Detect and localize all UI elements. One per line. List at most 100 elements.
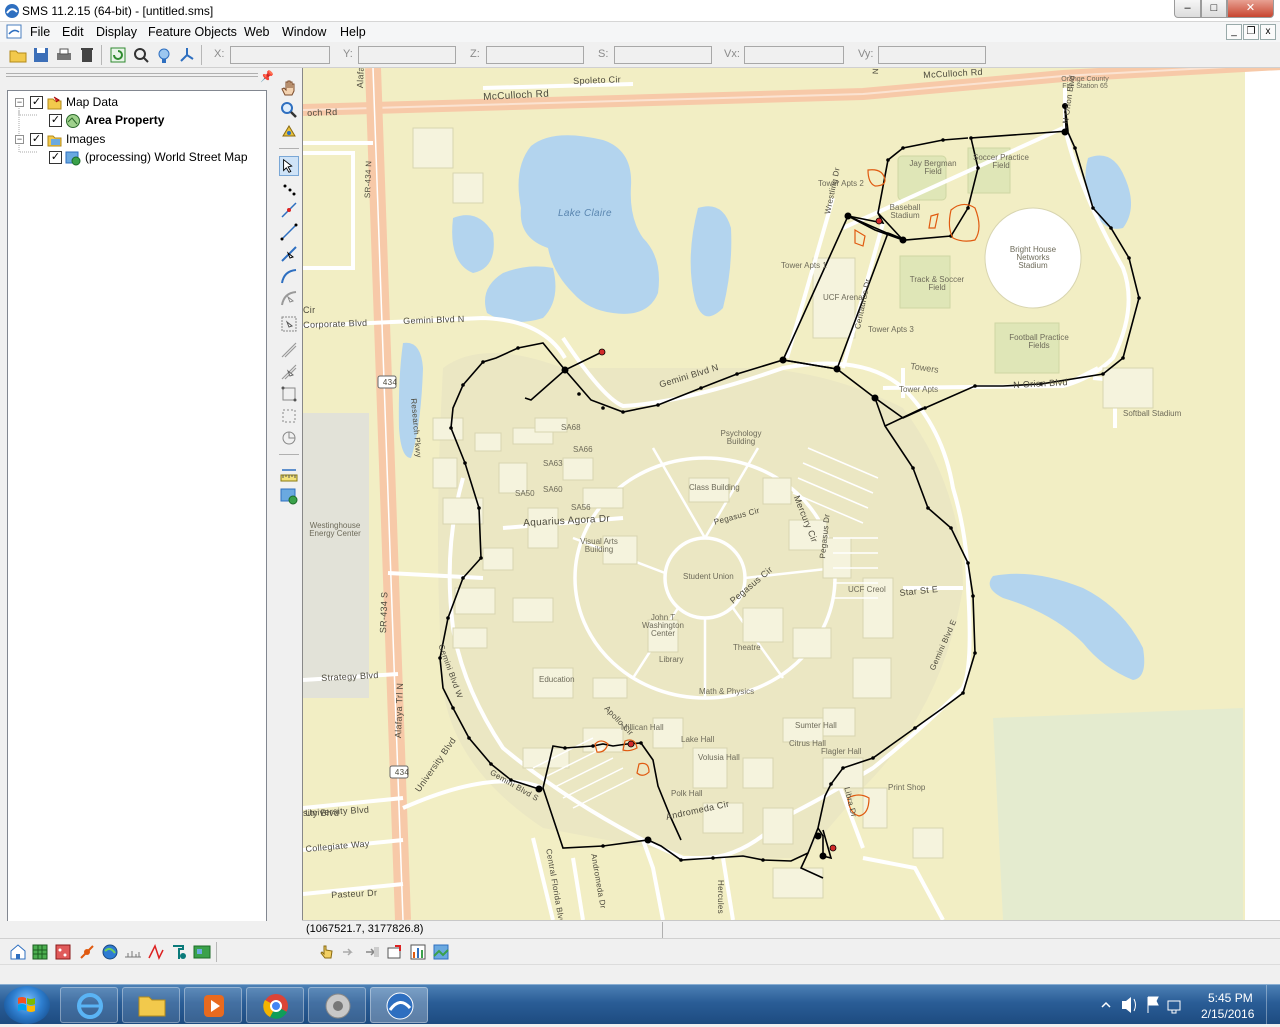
delete-trash-icon[interactable] xyxy=(77,45,97,65)
tidal-module-icon[interactable] xyxy=(169,942,189,962)
menu-display[interactable]: Display xyxy=(96,25,137,39)
toolbar-separator xyxy=(101,45,102,65)
z-coord-field[interactable] xyxy=(486,46,584,64)
taskbar-file-explorer[interactable] xyxy=(122,987,180,1023)
macro-disabled-1-icon[interactable] xyxy=(339,942,359,962)
bottom-strip xyxy=(0,964,1280,984)
document-icon[interactable] xyxy=(6,24,22,39)
visibility-checkbox[interactable]: ✓ xyxy=(49,114,62,127)
pin-icon[interactable]: 📌 xyxy=(260,70,274,83)
project-explorer-tree[interactable]: − ✓ Map Data ✓ Area Property − ✓ Images … xyxy=(7,90,267,936)
maximize-button[interactable]: □ xyxy=(1201,0,1227,18)
create-1d-grid-icon[interactable] xyxy=(279,340,299,360)
create-arc-group-icon[interactable] xyxy=(279,266,299,286)
clock-time[interactable]: 5:45 PM xyxy=(1208,991,1253,1005)
mesh-module-icon[interactable] xyxy=(146,942,166,962)
tree-item-map-data[interactable]: − ✓ Map Data xyxy=(8,94,258,112)
create-feature-arc-icon[interactable] xyxy=(279,222,299,242)
macro-export-icon[interactable] xyxy=(385,942,405,962)
minimize-button[interactable]: – xyxy=(1174,0,1201,18)
select-feature-vertex-icon[interactable] xyxy=(279,200,299,220)
create-feature-point-icon[interactable] xyxy=(279,178,299,198)
close-button[interactable]: ✕ xyxy=(1227,0,1274,18)
select-bc-icon[interactable] xyxy=(279,406,299,426)
tool-separator xyxy=(279,454,299,455)
visibility-checkbox[interactable]: ✓ xyxy=(30,96,43,109)
vx-field[interactable] xyxy=(744,46,844,64)
rotate-tool-icon[interactable] xyxy=(279,122,299,142)
refresh-icon[interactable] xyxy=(108,45,128,65)
plot-icon[interactable] xyxy=(408,942,428,962)
macro-hand-icon[interactable] xyxy=(316,942,336,962)
clock-date[interactable]: 2/15/2016 xyxy=(1201,1007,1254,1021)
x-coord-label: X: xyxy=(214,48,225,60)
taskbar-internet-explorer[interactable] xyxy=(60,987,118,1023)
select-feature-objects-icon[interactable] xyxy=(279,156,299,176)
map-tile-edge xyxy=(1245,68,1280,920)
1d-grid-module-icon[interactable] xyxy=(123,942,143,962)
mdi-close-button[interactable]: x xyxy=(1260,24,1276,40)
collapse-toggle[interactable]: − xyxy=(15,98,24,107)
macro-disabled-2-icon[interactable] xyxy=(362,942,382,962)
title-bar[interactable]: SMS 11.2.15 (64-bit) - [untitled.sms] – … xyxy=(0,0,1280,22)
taskbar-speaker-app[interactable] xyxy=(308,987,366,1023)
menu-edit[interactable]: Edit xyxy=(62,25,84,39)
image-macro-icon[interactable] xyxy=(431,942,451,962)
menu-web[interactable]: Web xyxy=(244,25,269,39)
get-online-maps-icon[interactable] xyxy=(279,486,299,506)
menu-file[interactable]: File xyxy=(30,25,50,39)
measure-tool-icon[interactable] xyxy=(279,464,299,484)
system-tray[interactable] xyxy=(1098,985,1188,1025)
tool-palette xyxy=(277,68,301,936)
mdi-minimize-button[interactable]: _ xyxy=(1226,24,1242,40)
zoom-frame-icon[interactable] xyxy=(131,45,151,65)
visibility-checkbox[interactable]: ✓ xyxy=(49,151,62,164)
create-bc-point-icon[interactable] xyxy=(279,384,299,404)
map-canvas[interactable] xyxy=(303,68,1280,920)
raster-module-icon[interactable] xyxy=(192,942,212,962)
tree-item-images[interactable]: − ✓ Images xyxy=(8,131,258,149)
tree-item-area-property[interactable]: ✓ Area Property xyxy=(8,112,258,130)
axes-icon[interactable] xyxy=(177,45,197,65)
panel-grip[interactable] xyxy=(6,73,258,77)
tray-expand-icon xyxy=(1101,1001,1111,1008)
particle-module-icon[interactable] xyxy=(100,942,120,962)
mdi-restore-button[interactable]: ❐ xyxy=(1243,24,1259,40)
x-coord-field[interactable] xyxy=(230,46,330,64)
network-icon xyxy=(1167,1000,1181,1014)
save-icon[interactable] xyxy=(31,45,51,65)
collapse-toggle[interactable]: − xyxy=(15,135,24,144)
taskbar-media-player[interactable] xyxy=(184,987,242,1023)
open-folder-icon[interactable] xyxy=(8,45,28,65)
menu-window[interactable]: Window xyxy=(282,25,326,39)
start-button[interactable] xyxy=(4,986,50,1024)
pan-hand-icon[interactable] xyxy=(279,78,299,98)
stadium-bright-house xyxy=(984,207,1082,309)
select-1d-grid-icon[interactable] xyxy=(279,362,299,382)
map-module-icon[interactable] xyxy=(77,942,97,962)
field-football-practice xyxy=(994,322,1060,374)
s-field[interactable] xyxy=(614,46,712,64)
menu-feature-objects[interactable]: Feature Objects xyxy=(148,25,237,39)
windows-logo-icon xyxy=(18,997,35,1012)
taskbar-sms-app[interactable] xyxy=(370,987,428,1023)
taskbar-chrome[interactable] xyxy=(246,987,304,1023)
show-desktop-button[interactable] xyxy=(1266,985,1280,1025)
print-icon[interactable] xyxy=(54,45,74,65)
select-feature-arc-icon[interactable] xyxy=(279,244,299,264)
y-coord-field[interactable] xyxy=(358,46,456,64)
tree-label: Map Data xyxy=(66,95,119,109)
rotate-view-icon[interactable] xyxy=(154,45,174,65)
visibility-checkbox[interactable]: ✓ xyxy=(30,133,43,146)
scatter-module-icon[interactable] xyxy=(53,942,73,962)
zoom-icon[interactable] xyxy=(279,100,299,120)
select-arc-group-icon[interactable] xyxy=(279,288,299,308)
transform-tool-icon[interactable] xyxy=(279,428,299,448)
tree-item-world-street-map[interactable]: ✓ (processing) World Street Map xyxy=(8,149,258,167)
select-feature-polygon-icon[interactable] xyxy=(279,314,299,334)
cartesian-grid-module-icon[interactable] xyxy=(30,942,50,962)
gis-module-icon[interactable] xyxy=(8,942,28,962)
graphics-window[interactable]: McCulloch Rd Spoleto Cir McCulloch Rd Orang… xyxy=(302,68,1280,920)
vy-field[interactable] xyxy=(878,46,986,64)
menu-help[interactable]: Help xyxy=(340,25,366,39)
